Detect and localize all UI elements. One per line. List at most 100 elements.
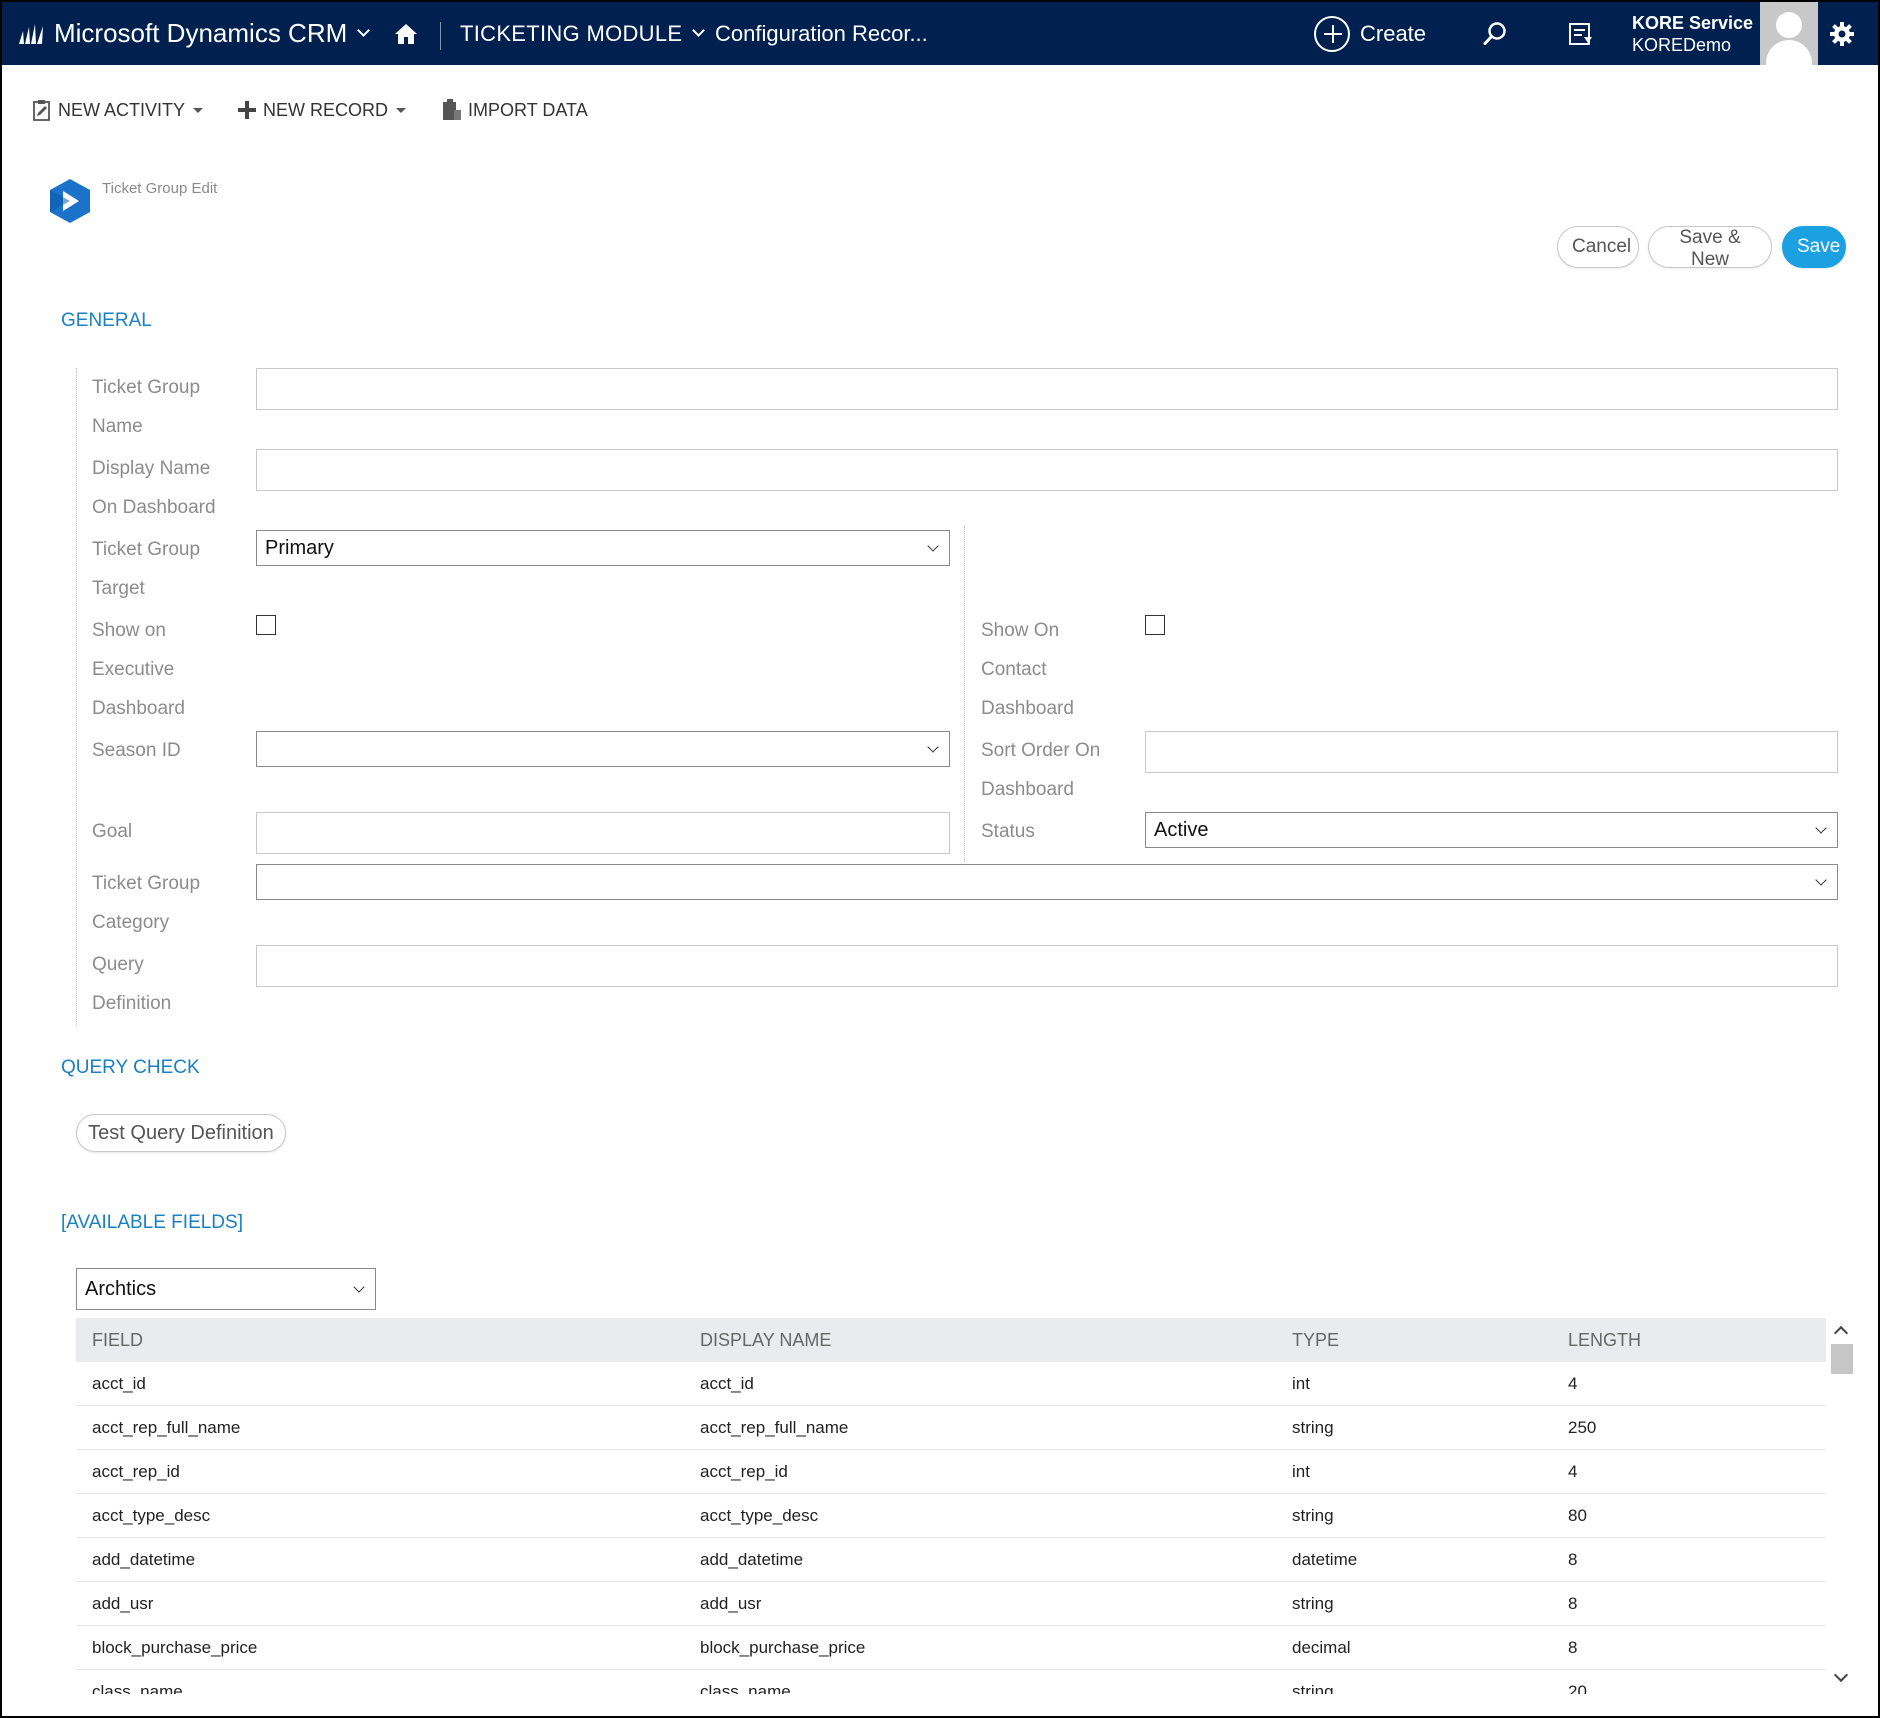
create-button[interactable]: Create [1314,2,1426,65]
label-line: Dashboard [92,698,185,719]
show-contact-dashboard-checkbox[interactable] [1145,615,1165,635]
label-line: Target [92,578,145,599]
display-name-label: Display Name On Dashboard [92,449,216,527]
season-id-select[interactable] [256,731,950,767]
user-name: KORE Service [1632,12,1754,33]
cell-type: string [1292,1506,1334,1525]
save-and-new-button[interactable]: Save & New [1648,226,1772,270]
activity-clipboard-icon [33,100,50,121]
section-title-available-fields[interactable]: [AVAILABLE FIELDS] [61,1212,243,1234]
cell-type: int [1292,1462,1310,1481]
display-name-field[interactable] [256,449,1838,491]
avatar-head-shape [1776,12,1802,38]
dynamics-logo-icon [19,23,43,44]
table-row[interactable]: acct_type_desc acct_type_desc string 80 [76,1494,1826,1538]
nav-separator [440,22,441,50]
cell-display-name: acct_rep_id [700,1462,788,1481]
show-contact-dashboard-label: Show On Contact Dashboard [981,611,1074,728]
column-divider [964,526,965,862]
plus-circle-icon [1314,15,1350,52]
search-button[interactable] [1482,2,1508,65]
section-title-query-check[interactable]: QUERY CHECK [61,1057,200,1079]
label-line: Display Name [92,458,211,479]
avatar-body-shape [1766,40,1812,65]
relationship-assistant-button[interactable] [1568,2,1594,65]
scroll-thumb[interactable] [1831,1344,1853,1374]
column-header-length[interactable]: LENGTH [1568,1318,1641,1362]
area-breadcrumb[interactable]: Configuration Recor... [715,2,928,65]
settings-button[interactable] [1828,2,1856,65]
show-exec-dashboard-checkbox[interactable] [256,615,276,635]
ticket-group-name-field[interactable] [256,368,1838,410]
ticket-group-name-label: Ticket Group Name [92,368,200,446]
cell-display-name: acct_id [700,1374,754,1393]
cell-field: acct_type_desc [92,1506,211,1525]
new-activity-button[interactable]: NEW ACTIVITY [32,99,204,121]
cell-field: acct_rep_id [92,1462,180,1481]
area-label: Configuration Recor... [715,20,928,46]
label-line: Definition [92,993,172,1014]
avatar[interactable] [1760,2,1818,65]
scroll-down-arrow-icon[interactable] [1833,1667,1849,1683]
chevron-down-icon [353,1281,365,1293]
home-button[interactable] [394,2,418,65]
status-label: Status [981,821,1035,842]
cancel-button[interactable]: Cancel [1557,226,1639,268]
table-row[interactable]: acct_rep_full_name acct_rep_full_name stri… [76,1406,1826,1450]
chevron-down-icon [927,540,939,552]
create-label: Create [1360,20,1427,46]
section-title-general[interactable]: GENERAL [61,310,152,332]
table-row[interactable]: class_name class_name string 20 [76,1670,1826,1694]
chevron-down-icon [1815,822,1827,834]
column-header-field[interactable]: FIELD [92,1318,143,1362]
form-title: Ticket Group Edit [102,180,218,197]
cell-length: 8 [1568,1550,1578,1569]
new-activity-label: NEW ACTIVITY [58,99,186,120]
label-line: Dashboard [981,698,1074,719]
table-header: FIELD DISPLAY NAME TYPE LENGTH [76,1318,1826,1362]
goal-field[interactable] [256,812,950,854]
column-header-display-name[interactable]: DISPLAY NAME [700,1318,831,1362]
cell-length: 8 [1568,1638,1578,1657]
field-source-select[interactable]: Archtics [76,1268,376,1310]
user-info[interactable]: KORE Service KOREDemo [1632,2,1753,65]
column-header-type[interactable]: TYPE [1292,1318,1339,1362]
label-line: Query [92,954,144,975]
table-row[interactable]: add_usr add_usr string 8 [76,1582,1826,1626]
query-definition-field[interactable] [256,945,1838,987]
label-line: Name [92,416,143,437]
chevron-down-icon [927,741,939,753]
table-row[interactable]: acct_rep_id acct_rep_id int 4 [76,1450,1826,1494]
table-scrollbar[interactable] [1830,1318,1854,1694]
table-row[interactable]: add_datetime add_datetime datetime 8 [76,1538,1826,1582]
save-button[interactable]: Save [1782,226,1846,268]
status-select[interactable]: Active [1145,812,1838,848]
import-data-button[interactable]: IMPORT DATA [440,98,588,122]
cell-length: 250 [1568,1418,1597,1437]
scroll-up-arrow-icon[interactable] [1833,1325,1849,1341]
top-nav-bar: Microsoft Dynamics CRM TICKETING MODULE … [2,2,1878,65]
org-name: KOREDemo [1632,34,1732,55]
app-title: Microsoft Dynamics CRM [54,18,348,48]
test-query-definition-button[interactable]: Test Query Definition [76,1114,286,1152]
table-row[interactable]: acct_id acct_id int 4 [76,1362,1826,1406]
new-record-button[interactable]: NEW RECORD [237,100,407,121]
ticket-group-target-select[interactable]: Primary [256,530,950,566]
label-line: Contact [981,659,1047,680]
cell-type: datetime [1292,1550,1358,1569]
sort-order-label: Sort Order On Dashboard [981,731,1100,809]
command-bar: NEW ACTIVITY NEW RECORD IMPORT DATA [32,90,622,130]
label-line: On Dashboard [92,497,216,518]
table-row[interactable]: block_purchase_price block_purchase_price… [76,1626,1826,1670]
label-line: Category [92,912,170,933]
cell-display-name: class_name [700,1682,791,1694]
cell-display-name: acct_type_desc [700,1506,819,1525]
label-line: Ticket Group [92,377,201,398]
module-menu[interactable]: TICKETING MODULE [460,2,706,65]
ticket-group-target-value: Primary [265,536,334,559]
sort-order-field[interactable] [1145,731,1838,773]
import-data-label: IMPORT DATA [468,99,588,120]
cell-field: add_datetime [92,1550,196,1569]
app-title-menu[interactable]: Microsoft Dynamics CRM [18,2,371,65]
ticket-group-category-select[interactable] [256,864,1838,900]
